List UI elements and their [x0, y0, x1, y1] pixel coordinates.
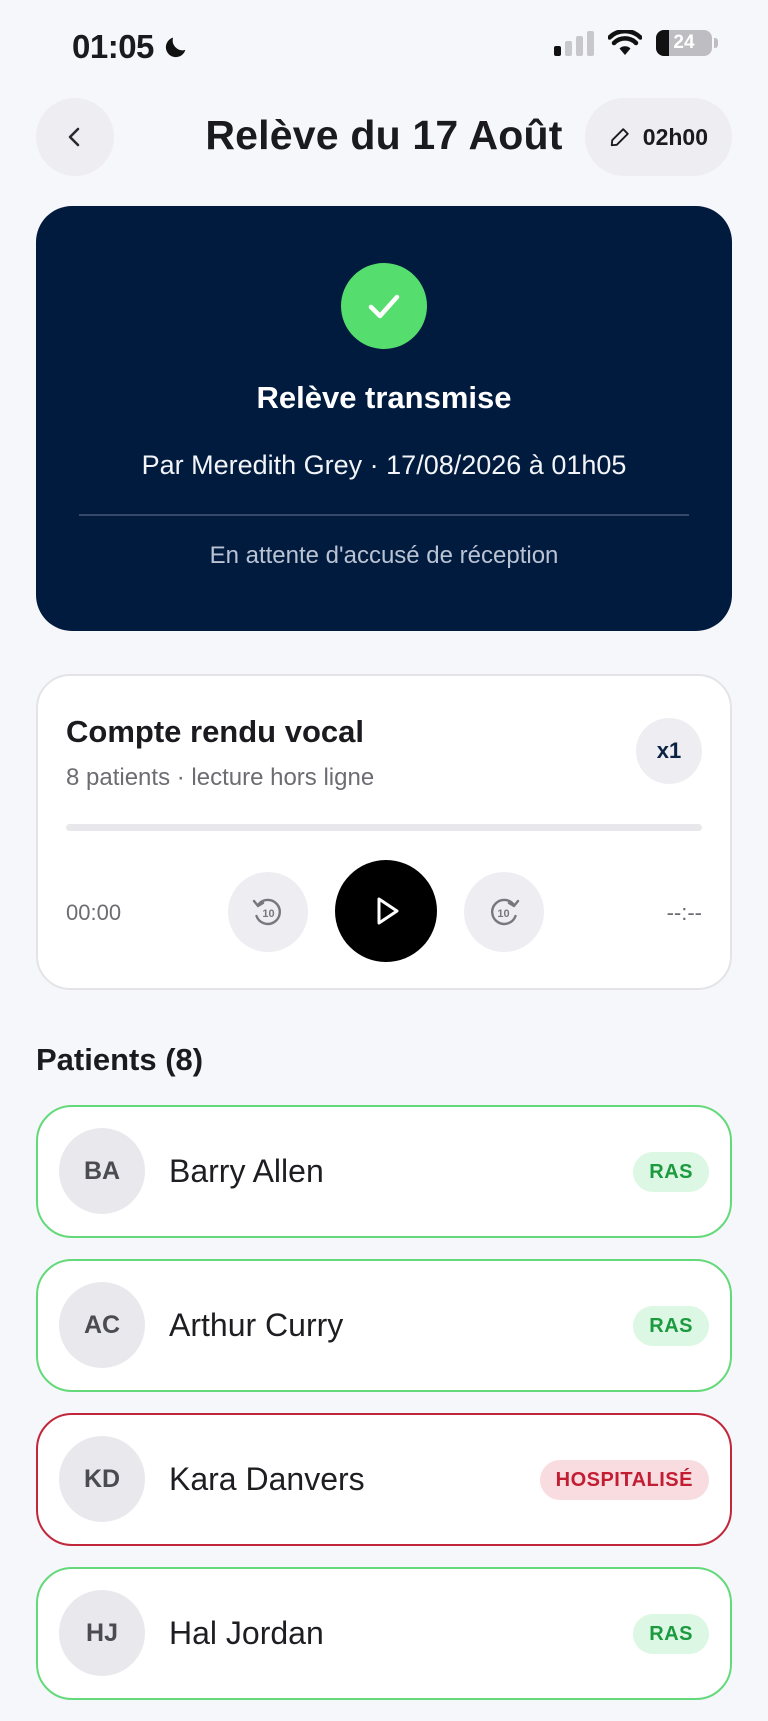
patient-list: BA Barry Allen RAS AC Arthur Curry RAS K… — [36, 1105, 732, 1721]
confirmation-card: Relève transmise Par Meredith Grey · 17/… — [36, 206, 732, 631]
clock: 01:05 — [72, 28, 154, 65]
current-time: 00:00 — [66, 900, 122, 925]
status-badge: HOSPITALISÉ — [539, 1460, 709, 1500]
divider — [79, 514, 689, 516]
avatar: KD — [59, 1436, 145, 1522]
wifi-icon — [608, 30, 642, 55]
skip-back-label: 10 — [262, 908, 274, 920]
avatar: BA — [59, 1128, 145, 1214]
edit-duration-button[interactable]: 02h00 — [584, 98, 732, 176]
battery-icon: 24 — [656, 30, 718, 56]
patient-card[interactable]: AC Arthur Curry RAS — [36, 1259, 732, 1392]
status-bar: 01:05 24 — [0, 0, 768, 92]
status-badge: RAS — [633, 1306, 709, 1346]
playback-speed-button[interactable]: x1 — [636, 718, 702, 784]
audio-progress-bar[interactable] — [66, 824, 702, 831]
status-badge: RAS — [633, 1152, 709, 1192]
patient-name: Arthur Curry — [169, 1307, 344, 1343]
pencil-icon — [610, 128, 629, 147]
skip-forward-button[interactable]: 10 — [464, 872, 544, 952]
battery-level: 24 — [673, 32, 695, 53]
status-time: 01:05 — [72, 28, 190, 66]
cellular-signal-icon — [554, 30, 594, 56]
total-time: --:-- — [666, 900, 702, 925]
checkmark-icon — [368, 294, 400, 319]
duration-label: 02h00 — [642, 123, 708, 150]
audio-subtitle: 8 patients · lecture hors ligne — [66, 764, 375, 791]
patient-name: Barry Allen — [169, 1153, 324, 1189]
acknowledgement-status: En attente d'accusé de réception — [209, 542, 559, 569]
status-icons: 24 — [554, 30, 718, 56]
audio-title: Compte rendu vocal — [66, 714, 364, 749]
confirmation-details: Par Meredith Grey · 17/08/2026 à 01h05 — [141, 450, 627, 480]
status-badge: RAS — [633, 1614, 709, 1654]
rewind-10-icon: 10 — [252, 898, 281, 926]
patient-card[interactable]: BA Barry Allen RAS — [36, 1105, 732, 1238]
confirmation-title: Relève transmise — [256, 380, 512, 415]
skip-forward-label: 10 — [497, 908, 509, 920]
moon-icon — [165, 37, 186, 58]
skip-back-button[interactable]: 10 — [228, 872, 308, 952]
patient-name: Hal Jordan — [169, 1615, 324, 1651]
play-icon — [377, 897, 399, 925]
patient-card[interactable]: KD Kara Danvers HOSPITALISÉ — [36, 1413, 732, 1546]
header: Relève du 17 Août 02h00 — [0, 96, 768, 182]
forward-10-icon: 10 — [491, 898, 520, 926]
patients-section-title: Patients (8) — [36, 1042, 204, 1077]
audio-report-card: Compte rendu vocal 8 patients · lecture … — [36, 674, 732, 990]
success-badge — [341, 263, 427, 349]
avatar: AC — [59, 1282, 145, 1368]
play-button[interactable] — [335, 860, 437, 962]
avatar: HJ — [59, 1590, 145, 1676]
patient-card[interactable]: HJ Hal Jordan RAS — [36, 1567, 732, 1700]
patient-name: Kara Danvers — [169, 1461, 365, 1497]
